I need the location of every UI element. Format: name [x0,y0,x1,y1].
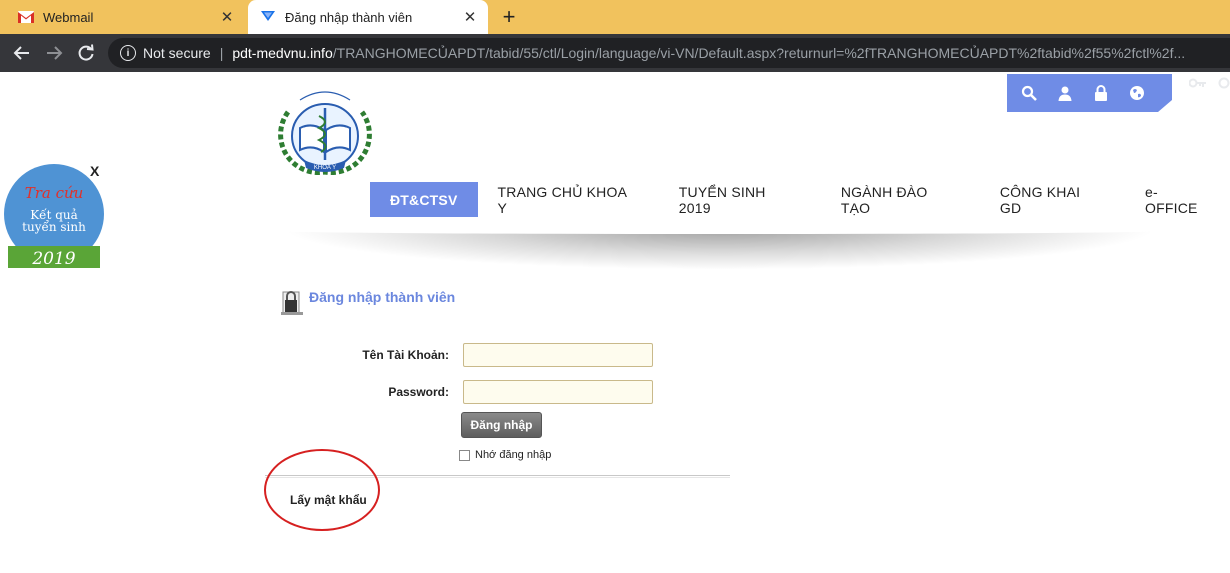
password-label: Password: [388,385,449,399]
url-path: /TRANGHOMECỦAPDT/tabid/55/ctl/Login/lang… [332,45,1186,61]
search-icon[interactable] [1017,81,1041,105]
remember-checkbox[interactable] [459,449,470,461]
login-button[interactable]: Đăng nhập [461,412,542,438]
user-icon[interactable] [1053,81,1077,105]
menu-item-nganh-dao-tao[interactable]: NGÀNH ĐÀO TẠO [821,182,980,217]
password-input[interactable] [463,380,653,404]
url-field[interactable]: i Not secure | pdt-medvnu.info /TRANGHOM… [108,38,1230,68]
new-tab-icon[interactable]: + [497,4,521,29]
more-icon[interactable] [1218,76,1230,94]
close-tab-icon[interactable]: ✕ [460,7,480,27]
admission-results-banner[interactable]: Tra cứu Kết quả tuyển sinh 2019 [4,164,104,270]
security-label[interactable]: Not secure [143,45,211,61]
tab-title: Webmail [43,9,94,25]
top-utility-bar [1007,74,1172,112]
tab-webmail[interactable]: Webmail ✕ [0,0,245,34]
globe-icon[interactable] [1125,81,1149,105]
logo-text: KHOA Y [314,165,336,171]
site-icon [260,9,276,25]
promo-year: 2019 [31,249,75,269]
menu-item-tuyen-sinh-2019[interactable]: TUYỂN SINH 2019 [659,182,821,217]
menu-item-e-office[interactable]: e-OFFICE [1125,182,1230,217]
main-menu: ĐT&CTSV TRANG CHỦ KHOA Y TUYỂN SINH 2019… [370,182,1230,217]
remember-me[interactable]: Nhớ đăng nhập [459,449,551,461]
promo-line1: Tra cứu [25,184,84,202]
tab-title: Đăng nhập thành viên [285,9,413,25]
remember-label[interactable]: Nhớ đăng nhập [475,449,551,461]
back-icon[interactable] [10,41,34,65]
address-bar: i Not secure | pdt-medvnu.info /TRANGHOM… [0,34,1230,89]
forward-icon[interactable] [42,41,66,65]
promo-close-button[interactable]: X [90,163,99,179]
username-input[interactable] [463,343,653,367]
url-domain: pdt-medvnu.info [232,45,333,61]
tab-strip: Webmail ✕ Đăng nhập thành viên ✕ + [0,0,1230,34]
menu-item-trang-chu-khoa-y[interactable]: TRANG CHỦ KHOA Y [478,182,659,217]
gmail-icon [18,9,34,25]
reload-icon[interactable] [74,41,98,65]
close-tab-icon[interactable]: ✕ [217,7,237,27]
menu-item-dtctsv[interactable]: ĐT&CTSV [370,182,478,217]
separator: | [219,45,224,61]
info-icon[interactable]: i [120,45,136,61]
login-title: Đăng nhập thành viên [309,289,456,305]
menu-item-cong-khai-gd[interactable]: CÔNG KHAI GD [980,182,1125,217]
promo-line3: tuyển sinh [22,219,86,234]
red-annotation-circle [264,449,380,531]
key-icon[interactable] [1188,76,1207,94]
username-label: Tên Tài Khoản: [362,348,449,362]
tab-login[interactable]: Đăng nhập thành viên ✕ [248,0,488,34]
lock-icon[interactable] [1089,81,1113,105]
corner-fold [1158,100,1172,112]
header-shadow-divider [280,228,1160,270]
login-module-icon [281,288,303,316]
faculty-logo[interactable]: KHOA Y [274,80,376,178]
